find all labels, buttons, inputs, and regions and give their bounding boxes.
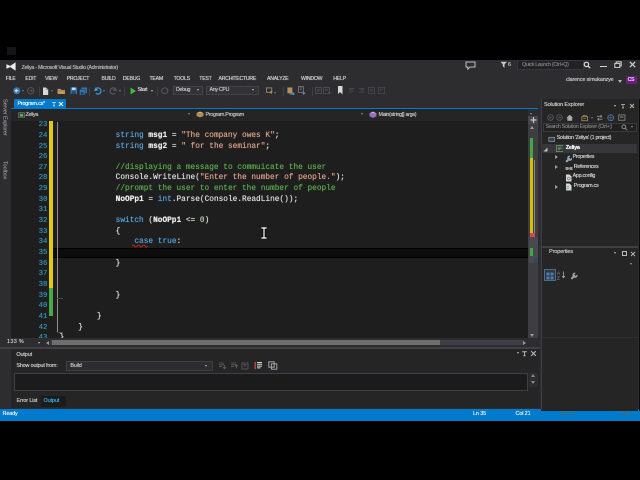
svg-text:#: # [566,186,569,192]
svg-text:Z: Z [557,276,560,281]
